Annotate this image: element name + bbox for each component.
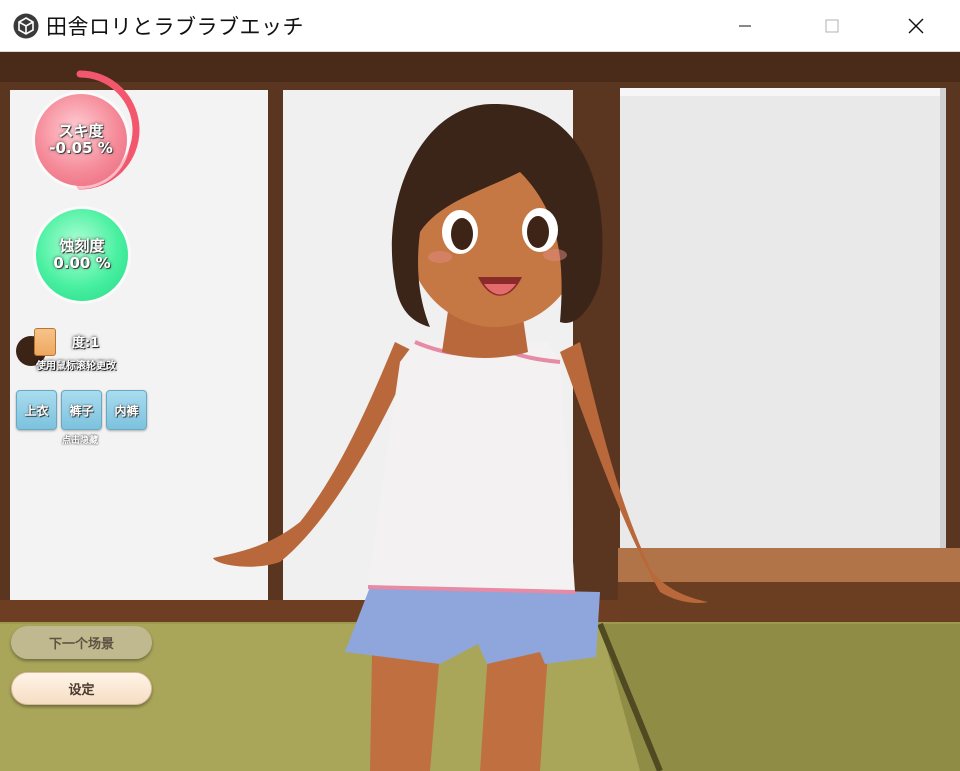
like-meter-label: スキ度 [58,122,104,140]
settings-button[interactable]: 设定 [11,672,152,705]
color-scroll-hint: 使用鼠标滚轮更改 [36,361,116,372]
minimize-icon [739,25,751,27]
close-icon [908,18,924,34]
erosion-meter-value: 0.00 % [53,254,111,272]
erosion-meter: 蚀刻度 0.00 % [36,209,128,301]
skin-color-swatch[interactable] [34,328,56,356]
maximize-icon [825,19,839,33]
game-viewport[interactable]: スキ度 -0.05 % 蚀刻度 0.00 % 度:1 使用鼠标滚轮更改 上衣 裤… [0,52,960,771]
like-meter: スキ度 -0.05 % [35,94,127,186]
like-meter-value: -0.05 % [49,139,113,157]
skin-color-control[interactable]: 度:1 使用鼠标滚轮更改 [16,328,156,378]
window-titlebar: 田舎ロリとラブラブエッチ [0,0,960,52]
maximize-button[interactable] [803,0,861,52]
minimize-button[interactable] [716,0,774,52]
erosion-meter-label: 蚀刻度 [59,237,105,255]
unity-cube-icon [13,13,39,39]
close-button[interactable] [887,0,945,52]
toggle-underwear-button[interactable]: 内裤 [106,390,147,430]
toggle-pants-button[interactable]: 裤子 [61,390,102,430]
toggle-top-button[interactable]: 上衣 [16,390,57,430]
window-title: 田舎ロリとラブラブエッチ [46,15,304,39]
color-degree-label: 度:1 [72,336,100,351]
next-scene-button[interactable]: 下一个场景 [11,626,152,659]
clothing-hint: 点击隐藏 [62,436,99,446]
